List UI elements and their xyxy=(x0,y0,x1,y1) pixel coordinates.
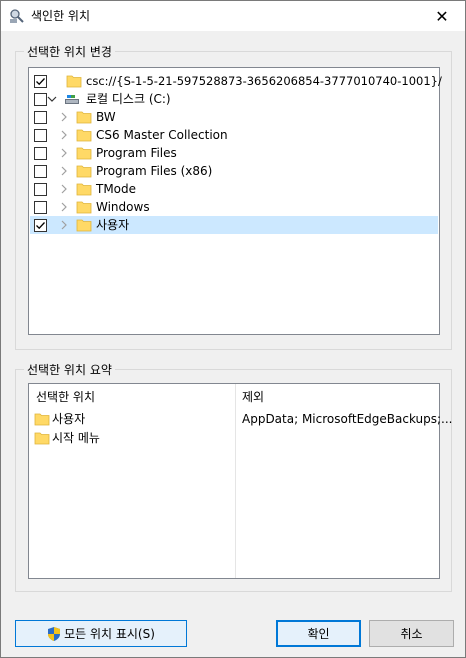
window-title: 색인한 위치 xyxy=(31,9,91,23)
tree-item-label: csc://{S-1-5-21-597528873-3656206854-377… xyxy=(86,74,442,88)
tree-item-label: 로컬 디스크 (C:) xyxy=(86,92,171,106)
tree-item-label: Program Files (x86) xyxy=(96,164,213,178)
summary-label: 선택한 위치 요약 xyxy=(24,362,115,378)
item-checkbox[interactable] xyxy=(34,111,47,124)
folder-icon xyxy=(76,201,92,214)
chevron-right-icon[interactable] xyxy=(58,201,70,213)
tree-item-label: TMode xyxy=(96,182,137,196)
close-button[interactable]: ✕ xyxy=(419,1,465,31)
folder-icon xyxy=(34,432,50,445)
summary-group: 선택한 위치 요약 선택한 위치 제외 사용자 AppData; Microso… xyxy=(15,362,453,592)
show-all-locations-button[interactable]: 모든 위치 표시(S) xyxy=(15,620,187,647)
ok-button[interactable]: 확인 xyxy=(276,620,361,647)
locations-tree[interactable]: csc://{S-1-5-21-597528873-3656206854-377… xyxy=(28,67,442,335)
tree-item-label: Windows xyxy=(96,200,150,214)
cancel-label: 취소 xyxy=(400,627,423,641)
folder-icon xyxy=(76,147,92,160)
column-header-exclude: 제외 xyxy=(242,390,265,404)
chevron-right-icon[interactable] xyxy=(58,183,70,195)
drive-icon xyxy=(65,95,79,104)
indexed-locations-dialog: 색인한 위치 ✕ 선택한 위치 변경 csc://{S-1-5-21-59752… xyxy=(0,0,466,658)
shield-icon xyxy=(48,626,61,641)
tree-item-label: 사용자 xyxy=(96,218,130,232)
summary-row: 사용자 AppData; MicrosoftEdgeBackups;... xyxy=(29,410,453,428)
item-checkbox[interactable] xyxy=(34,183,47,196)
change-locations-group: 선택한 위치 변경 csc://{S-1-5-21-597528873-3656… xyxy=(15,44,452,350)
folder-icon xyxy=(76,111,92,124)
tree-item[interactable]: Windows xyxy=(30,198,438,216)
tree-item-label: CS6 Master Collection xyxy=(96,128,228,142)
summary-row: 시작 메뉴 xyxy=(29,429,439,447)
summary-location: 시작 메뉴 xyxy=(52,431,100,445)
folder-icon xyxy=(34,413,50,426)
item-checkbox[interactable] xyxy=(34,219,47,232)
checkmark-icon xyxy=(36,222,45,230)
folder-icon xyxy=(76,165,92,178)
checkmark-icon xyxy=(36,78,45,86)
chevron-right-icon[interactable] xyxy=(58,165,70,177)
tree-item[interactable]: Program Files (x86) xyxy=(30,162,438,180)
chevron-right-icon[interactable] xyxy=(58,129,70,141)
tree-item[interactable]: TMode xyxy=(30,180,438,198)
title-bar: 색인한 위치 ✕ xyxy=(1,1,465,31)
tree-item[interactable]: csc://{S-1-5-21-597528873-3656206854-377… xyxy=(30,72,442,90)
indexing-options-icon xyxy=(10,9,24,23)
tree-item[interactable]: Program Files xyxy=(30,144,438,162)
cancel-button[interactable]: 취소 xyxy=(369,620,454,647)
item-checkbox[interactable] xyxy=(34,129,47,142)
tree-item-label: BW xyxy=(96,110,116,124)
tree-item-label: Program Files xyxy=(96,146,177,160)
summary-exclude: AppData; MicrosoftEdgeBackups;... xyxy=(242,412,453,426)
item-checkbox[interactable] xyxy=(34,75,47,88)
chevron-right-icon[interactable] xyxy=(58,147,70,159)
tree-item[interactable]: 로컬 디스크 (C:) xyxy=(30,90,438,108)
item-checkbox[interactable] xyxy=(34,201,47,214)
summary-location: 사용자 xyxy=(52,412,86,426)
chevron-right-icon[interactable] xyxy=(58,111,70,123)
folder-icon xyxy=(76,183,92,196)
folder-icon xyxy=(66,75,82,88)
change-locations-label: 선택한 위치 변경 xyxy=(24,44,115,60)
chevron-right-icon[interactable] xyxy=(58,219,70,231)
column-header-location: 선택한 위치 xyxy=(36,390,96,404)
tree-item[interactable]: 사용자 xyxy=(30,216,438,234)
item-checkbox[interactable] xyxy=(34,165,47,178)
ok-label: 확인 xyxy=(307,627,330,641)
folder-icon xyxy=(76,129,92,142)
close-icon: ✕ xyxy=(435,6,449,26)
show-all-label: 모든 위치 표시(S) xyxy=(64,627,155,641)
tree-item[interactable]: CS6 Master Collection xyxy=(30,126,438,144)
item-checkbox[interactable] xyxy=(34,147,47,160)
chevron-down-icon[interactable] xyxy=(46,93,58,105)
summary-list: 선택한 위치 제외 사용자 AppData; MicrosoftEdgeBack… xyxy=(28,383,453,579)
tree-item[interactable]: BW xyxy=(30,108,438,126)
folder-icon xyxy=(76,219,92,232)
